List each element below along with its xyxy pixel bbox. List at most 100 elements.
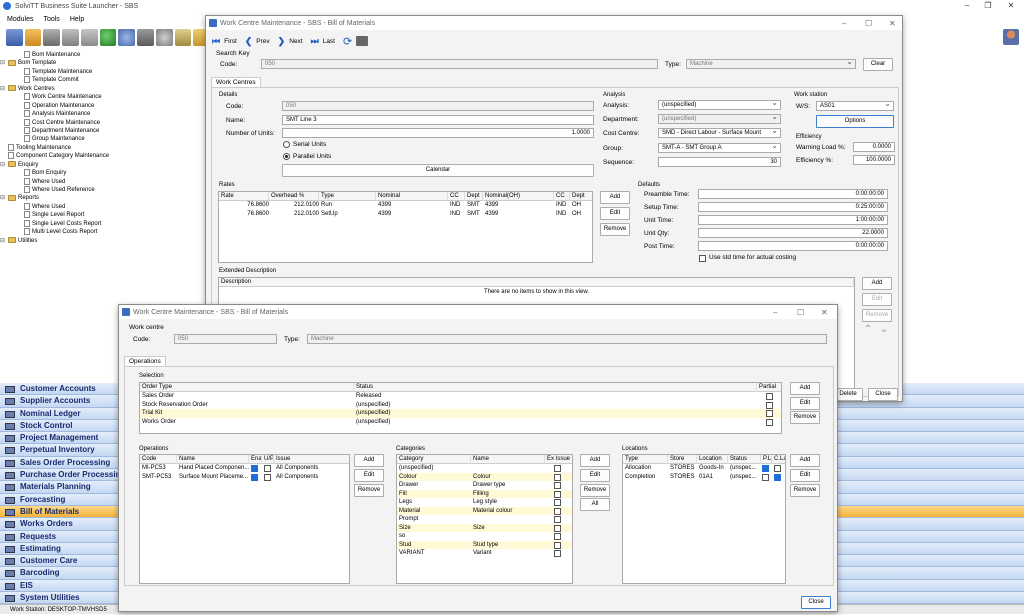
up-checkbox[interactable]	[264, 465, 271, 472]
table-row[interactable]: Colour Colour	[397, 472, 572, 481]
categories-all-button[interactable]: All	[580, 498, 610, 511]
clear-button[interactable]: Clear	[863, 58, 893, 71]
table-row[interactable]: Allocation STORES Goods-In (unspec...	[623, 464, 785, 473]
tree-item[interactable]: Where Used Reference	[0, 186, 210, 194]
table-row[interactable]: Stock Reservation Order (unspecified)	[140, 400, 781, 409]
menu-tools[interactable]: Tools	[43, 16, 59, 23]
locations-remove-button[interactable]: Remove	[790, 484, 820, 497]
selection-grid[interactable]: Order Type Status Partial Sales Order Releas…	[139, 382, 782, 434]
tree-item[interactable]: ⊟ Enquiry	[0, 161, 210, 169]
partial-checkbox[interactable]	[766, 418, 773, 426]
last-icon[interactable]: ⏭	[311, 36, 319, 47]
column-header[interactable]: Nominal(OH)	[483, 192, 554, 201]
menu-modules[interactable]: Modules	[7, 16, 33, 23]
pl-checkbox[interactable]	[762, 465, 769, 472]
table-row[interactable]: VARIANT Variant	[397, 549, 572, 558]
categories-add-button[interactable]: Add	[580, 454, 610, 467]
ex-issue-checkbox[interactable]	[554, 482, 561, 489]
parallel-units-radio[interactable]	[283, 153, 290, 160]
setup-field[interactable]: 0:25:00:00	[698, 202, 888, 212]
department-dropdown[interactable]: (unspecified)	[658, 114, 781, 124]
table-row[interactable]: (unspecified)	[397, 464, 572, 473]
tree-item[interactable]: Group Maintenance	[0, 135, 210, 143]
column-header[interactable]: Category	[397, 455, 471, 464]
window2-maximize-button[interactable]: ☐	[797, 308, 804, 317]
column-header[interactable]: Status	[354, 383, 757, 392]
column-header[interactable]: Code	[140, 455, 177, 464]
first-button[interactable]: First	[224, 38, 237, 45]
serial-units-radio[interactable]	[283, 141, 290, 148]
unit-qty-field[interactable]: 22.0000	[698, 228, 888, 238]
report-icon[interactable]	[43, 28, 61, 46]
first-icon[interactable]: ⏮	[212, 36, 220, 47]
close-button-1[interactable]: Close	[868, 388, 898, 401]
refresh-record-icon[interactable]: ⟳	[343, 35, 352, 48]
last-button[interactable]: Last	[323, 38, 335, 45]
group-dropdown[interactable]: SMT-A - SMT Group A	[658, 143, 781, 153]
table-row[interactable]: MI-PC53 Hand Placed Componen... All Compon…	[140, 464, 349, 473]
expand-icon[interactable]: ⊟	[0, 59, 5, 67]
expand-icon[interactable]: ⊟	[0, 161, 5, 169]
table-row[interactable]: Completion STORES 01A1 (unspec...	[623, 473, 785, 482]
partial-checkbox[interactable]	[766, 401, 773, 409]
ws-dropdown[interactable]: AS01	[816, 101, 894, 111]
wc-code-field[interactable]: 050	[174, 334, 277, 344]
table-row[interactable]: Stud Stud type	[397, 540, 572, 549]
tree-item[interactable]: Single Level Report	[0, 211, 210, 219]
categories-edit-button[interactable]: Edit	[580, 469, 610, 482]
locations-grid[interactable]: Type Store Location Status P.L C.La Allocation…	[622, 454, 786, 584]
partial-checkbox[interactable]	[766, 393, 773, 400]
next-icon[interactable]: ❯	[278, 36, 286, 47]
tree-item[interactable]: Component Category Maintenance	[0, 152, 210, 160]
person-icon[interactable]	[155, 28, 173, 46]
categories-grid[interactable]: Category Name Ex Issue (unspecified) Colour C…	[396, 454, 573, 584]
table-row[interactable]: 76.8600 212.0100 Run 4399 IND SMT 4399 IND OH	[219, 201, 592, 210]
column-header[interactable]: Name	[471, 455, 545, 464]
expand-icon[interactable]: ⊟	[0, 237, 5, 245]
table-row[interactable]: Material Material colour	[397, 506, 572, 515]
ex-issue-checkbox[interactable]	[554, 533, 561, 540]
tree-item[interactable]: Where Used	[0, 202, 210, 211]
name-field[interactable]: SMT Line 3	[282, 115, 594, 125]
close-app-button[interactable]: ✕	[1004, 0, 1018, 12]
print-icon[interactable]	[356, 36, 369, 46]
selection-edit-button[interactable]: Edit	[790, 397, 820, 410]
operations-grid[interactable]: Code Name Ena U/P Issue MI-PC53 Hand Placed Co…	[139, 454, 350, 584]
column-header[interactable]: Nominal	[376, 192, 448, 201]
ext-add-button[interactable]: Add	[862, 277, 892, 290]
table-row[interactable]: so	[397, 532, 572, 541]
search-code-field[interactable]: 050	[261, 59, 658, 69]
operations-add-button[interactable]: Add	[354, 454, 384, 467]
ex-issue-checkbox[interactable]	[554, 507, 561, 515]
post-time-field[interactable]: 0:00:00:00	[698, 241, 888, 251]
ex-issue-checkbox[interactable]	[554, 490, 561, 498]
user-icon[interactable]	[1003, 29, 1019, 45]
units-field[interactable]: 1.0000	[282, 128, 594, 138]
minimize-button[interactable]: –	[960, 0, 974, 12]
tree-item[interactable]: Multi Level Costs Report	[0, 228, 210, 236]
up-checkbox[interactable]	[264, 473, 271, 481]
calendar-button[interactable]: Calendar	[282, 164, 594, 177]
tree-item[interactable]: Cost Centre Maintenance	[0, 118, 210, 127]
enabled-checkbox[interactable]	[251, 473, 258, 481]
column-header[interactable]: Partial	[757, 383, 781, 392]
search-icon[interactable]	[99, 28, 117, 46]
column-header[interactable]: CC	[554, 192, 570, 201]
tree-item[interactable]: Template Maintenance	[0, 67, 210, 76]
ex-issue-checkbox[interactable]	[554, 473, 561, 481]
window-minimize-button[interactable]: –	[842, 19, 846, 28]
ext-remove-button[interactable]: Remove	[862, 309, 892, 322]
column-header[interactable]: Status	[728, 455, 761, 464]
cla-checkbox[interactable]	[774, 473, 781, 481]
type-dropdown[interactable]: Machine	[686, 59, 856, 69]
table-row[interactable]: Trial Kit (unspecified)	[140, 409, 781, 418]
ex-issue-checkbox[interactable]	[554, 499, 561, 506]
table-row[interactable]: Drawer Drawer type	[397, 481, 572, 490]
cla-checkbox[interactable]	[774, 465, 781, 472]
ex-issue-checkbox[interactable]	[554, 524, 561, 532]
prev-button[interactable]: Prev	[256, 38, 269, 45]
ex-issue-checkbox[interactable]	[554, 516, 561, 523]
column-header[interactable]: Location	[697, 455, 728, 464]
tree-item[interactable]: Bom Maintenance	[0, 51, 210, 59]
table-row[interactable]: Size Size	[397, 523, 572, 532]
